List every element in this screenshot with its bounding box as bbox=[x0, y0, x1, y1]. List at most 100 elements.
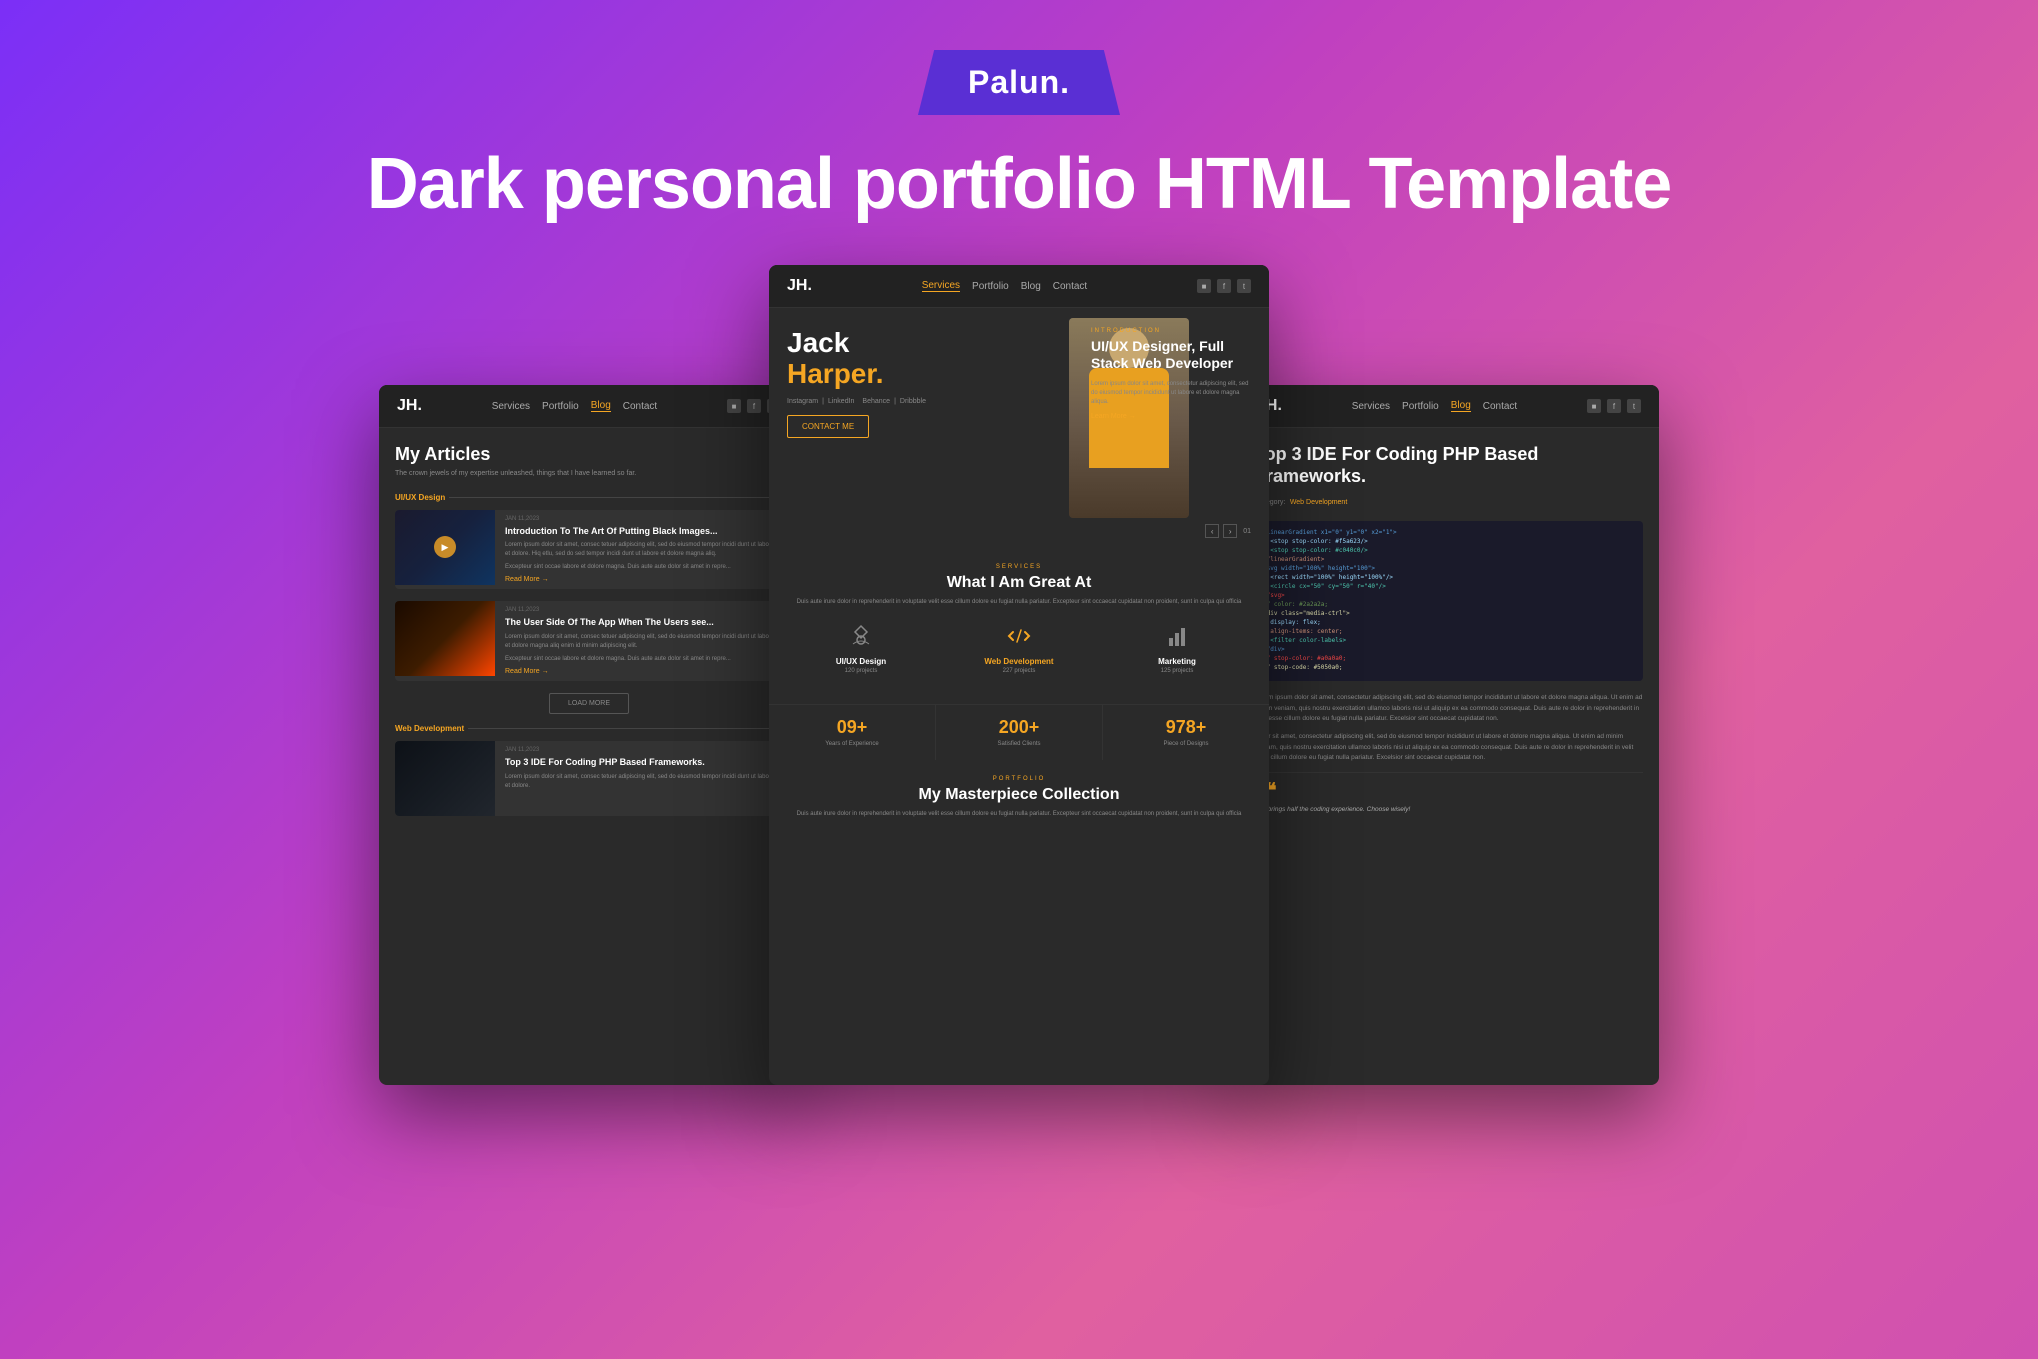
code-line-1: <linearGradient x1="0" y1="0" x2="1"> bbox=[1263, 529, 1635, 536]
learn-more-link[interactable]: Learn More → bbox=[1091, 413, 1251, 420]
left-nav-portfolio[interactable]: Portfolio bbox=[542, 401, 579, 412]
header: Palun. Dark personal portfolio HTML Temp… bbox=[367, 0, 1672, 225]
stat-clients-label: Satisfied Clients bbox=[944, 740, 1094, 748]
blog-article-title: Top 3 IDE For Coding PHP Based Framework… bbox=[1255, 444, 1643, 487]
social-linkedin[interactable]: LinkedIn bbox=[828, 398, 854, 405]
center-nav-contact[interactable]: Contact bbox=[1053, 281, 1087, 292]
read-more-1[interactable]: Read More → bbox=[505, 576, 775, 583]
marketing-icon bbox=[1162, 621, 1192, 651]
article-info-2: JAN 11,2023 The User Side Of The App Whe… bbox=[505, 601, 783, 681]
article-title-3: Top 3 IDE For Coding PHP Based Framework… bbox=[505, 757, 775, 769]
read-more-2[interactable]: Read More → bbox=[505, 668, 775, 675]
left-nav-contact[interactable]: Contact bbox=[623, 401, 657, 412]
intro-title: UI/UX Designer, Full Stack Web Developer bbox=[1091, 338, 1251, 372]
article-title-1: Introduction To The Art Of Putting Black… bbox=[505, 526, 775, 538]
left-nav-blog[interactable]: Blog bbox=[591, 400, 611, 412]
article-excerpt-1: Excepteur sint occae labore et dolore ma… bbox=[505, 563, 775, 572]
hero-section: Jack Harper. Instagram | LinkedIn Behanc… bbox=[769, 308, 1269, 548]
article-thumb-2 bbox=[395, 601, 495, 676]
prev-arrow[interactable]: ‹ bbox=[1205, 524, 1219, 538]
code-line-3: <stop stop-color: #c040c0/> bbox=[1263, 547, 1635, 554]
marketing-name: Marketing bbox=[1103, 657, 1251, 666]
social-sep2: | bbox=[894, 398, 896, 405]
center-social-1[interactable]: ■ bbox=[1197, 279, 1211, 293]
article-date-3: JAN 11,2023 bbox=[505, 747, 775, 753]
marketing-count: 125 projects bbox=[1103, 668, 1251, 674]
social-icon-2[interactable]: f bbox=[747, 399, 761, 413]
right-nav-icons: ■ f t bbox=[1587, 399, 1641, 413]
category-webdev: Web Development bbox=[395, 724, 783, 733]
uiux-name: UI/UX Design bbox=[787, 657, 935, 666]
right-nav-blog[interactable]: Blog bbox=[1451, 400, 1471, 412]
quote-mark: ❝❝ bbox=[1255, 781, 1643, 801]
article-card-3[interactable]: JAN 11,2023 Top 3 IDE For Coding PHP Bas… bbox=[395, 741, 783, 816]
blog-body-1: Lorem ipsum dolor sit amet, consectetur … bbox=[1255, 693, 1643, 724]
right-social-3[interactable]: t bbox=[1627, 399, 1641, 413]
right-social-1[interactable]: ■ bbox=[1587, 399, 1601, 413]
center-logo: JH. bbox=[787, 277, 812, 295]
uiux-count: 120 projects bbox=[787, 668, 935, 674]
portfolio-label: PORTFOLIO bbox=[787, 776, 1251, 782]
brand-badge: Palun. bbox=[918, 50, 1120, 115]
portfolio-title: My Masterpiece Collection bbox=[787, 786, 1251, 804]
intro-label: INTRODUCTION bbox=[1091, 328, 1251, 334]
center-navbar: JH. Services Portfolio Blog Contact ■ f … bbox=[769, 265, 1269, 308]
portfolio-section: PORTFOLIO My Masterpiece Collection Duis… bbox=[769, 760, 1269, 849]
intro-panel: INTRODUCTION UI/UX Designer, Full Stack … bbox=[1091, 328, 1251, 420]
code-line-10: <div class="media-ctrl"> bbox=[1263, 610, 1635, 617]
right-nav-contact[interactable]: Contact bbox=[1483, 401, 1517, 412]
code-line-13: <filter color-labels> bbox=[1263, 637, 1635, 644]
left-page-title: My Articles bbox=[395, 444, 783, 465]
article-info-1: JAN 11,2023 Introduction To The Art Of P… bbox=[505, 510, 783, 590]
article-thumb-3 bbox=[395, 741, 495, 816]
center-social-3[interactable]: t bbox=[1237, 279, 1251, 293]
social-sep1: | bbox=[822, 398, 824, 405]
stat-clients: 200+ Satisfied Clients bbox=[936, 705, 1103, 760]
stat-designs-label: Piece of Designs bbox=[1111, 740, 1261, 748]
social-icon-1[interactable]: ■ bbox=[727, 399, 741, 413]
center-social-2[interactable]: f bbox=[1217, 279, 1231, 293]
slide-number: 01 bbox=[1243, 528, 1251, 535]
right-nav-services[interactable]: Services bbox=[1352, 401, 1390, 412]
webdev-name: Web Development bbox=[945, 657, 1093, 666]
load-more-button[interactable]: LOAD MORE bbox=[549, 693, 629, 714]
social-dribbble[interactable]: Dribbble bbox=[900, 398, 926, 405]
article-card-2[interactable]: JAN 11,2023 The User Side Of The App Whe… bbox=[395, 601, 783, 681]
right-nav-links: Services Portfolio Blog Contact bbox=[1352, 400, 1518, 412]
portfolio-description: Duis aute irure dolor in reprehenderit i… bbox=[787, 810, 1251, 819]
center-nav-blog[interactable]: Blog bbox=[1021, 281, 1041, 292]
stat-experience: 09+ Years of Experience bbox=[769, 705, 936, 760]
play-button-1[interactable]: ▶ bbox=[434, 536, 456, 558]
right-social-2[interactable]: f bbox=[1607, 399, 1621, 413]
article-text-3: Lorem ipsum dolor sit amet, consec tetue… bbox=[505, 773, 775, 791]
center-mockup: JH. Services Portfolio Blog Contact ■ f … bbox=[769, 265, 1269, 1085]
center-nav-portfolio[interactable]: Portfolio bbox=[972, 281, 1009, 292]
social-behance[interactable]: Behance bbox=[862, 398, 890, 405]
article-card-1[interactable]: ▶ JAN 11,2023 Introduction To The Art Of… bbox=[395, 510, 783, 590]
center-nav-services[interactable]: Services bbox=[922, 280, 960, 292]
category-uiux: UI/UX Design bbox=[395, 493, 783, 502]
code-line-4: </linearGradient> bbox=[1263, 556, 1635, 563]
services-description: Duis aute irure dolor in reprehenderit i… bbox=[787, 598, 1251, 607]
left-nav-services[interactable]: Services bbox=[492, 401, 530, 412]
webdev-icon bbox=[1004, 621, 1034, 651]
social-instagram[interactable]: Instagram bbox=[787, 398, 818, 405]
article-info-3: JAN 11,2023 Top 3 IDE For Coding PHP Bas… bbox=[505, 741, 783, 816]
stat-designs-number: 978+ bbox=[1111, 717, 1261, 738]
article-title-2: The User Side Of The App When The Users … bbox=[505, 617, 775, 629]
article-excerpt-2: Excepteur sint occae labore et dolore ma… bbox=[505, 655, 775, 664]
service-webdev: Web Development 227 projects bbox=[945, 621, 1093, 674]
code-line-14: </div> bbox=[1263, 646, 1635, 653]
code-line-2: <stop stop-color: #f5a623/> bbox=[1263, 538, 1635, 545]
contact-me-button[interactable]: CONTACT ME bbox=[787, 415, 869, 438]
quote-section: ❝❝ IDE brings half the coding experience… bbox=[1255, 772, 1643, 823]
right-nav-portfolio[interactable]: Portfolio bbox=[1402, 401, 1439, 412]
right-content: Top 3 IDE For Coding PHP Based Framework… bbox=[1239, 428, 1659, 838]
article-text-1: Lorem ipsum dolor sit amet, consec tetue… bbox=[505, 541, 775, 559]
left-page-subtitle: The crown jewels of my expertise unleash… bbox=[395, 469, 783, 479]
blog-category-value: Web Development bbox=[1290, 499, 1347, 506]
code-line-5: <svg width="100%" height="100"> bbox=[1263, 565, 1635, 572]
next-arrow[interactable]: › bbox=[1223, 524, 1237, 538]
left-logo: JH. bbox=[397, 397, 422, 415]
code-image: <linearGradient x1="0" y1="0" x2="1"> <s… bbox=[1255, 521, 1643, 681]
